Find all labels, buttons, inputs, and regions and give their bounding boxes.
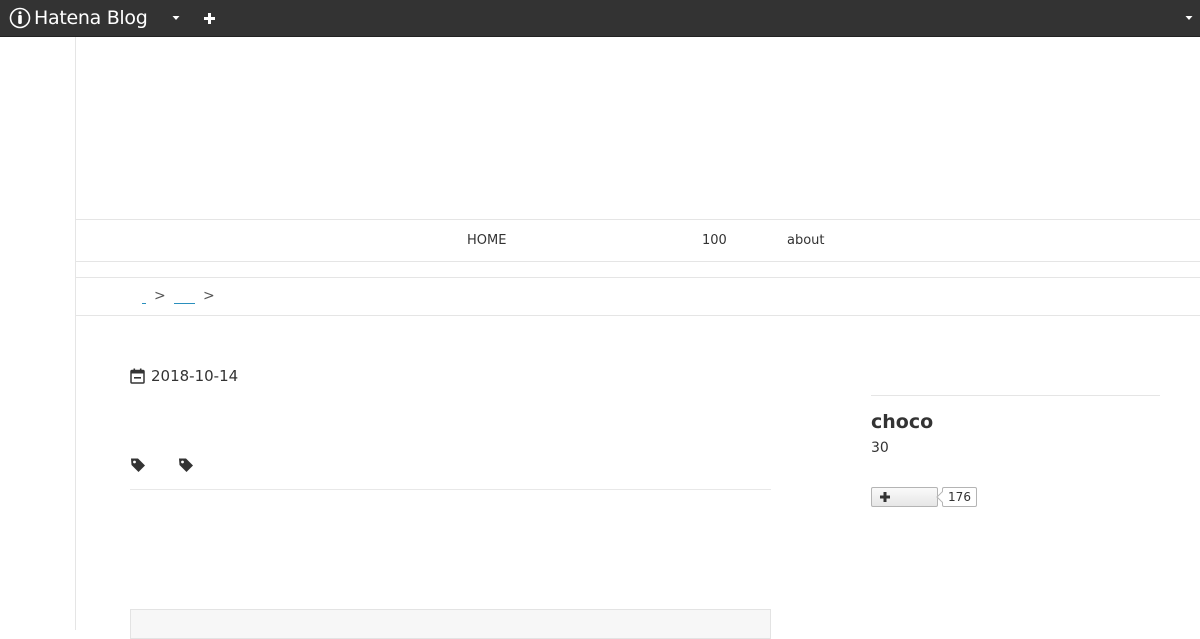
profile-count: 30 xyxy=(871,440,889,456)
breadcrumb-separator: > xyxy=(154,288,166,304)
calendar-icon xyxy=(130,368,145,384)
entry-date-text: 2018-10-14 xyxy=(151,367,239,385)
entry-date[interactable]: 2018-10-14 xyxy=(130,366,238,386)
follower-count-badge: 176 xyxy=(942,487,977,507)
follow-button[interactable] xyxy=(871,487,938,507)
caret-down-icon xyxy=(1185,16,1193,20)
breadcrumb-link-top[interactable] xyxy=(142,290,146,304)
blog-header-area xyxy=(76,37,1200,219)
hatena-blog-logo-icon xyxy=(9,7,31,29)
nav-item-about[interactable]: about xyxy=(787,220,825,261)
breadcrumb-separator: > xyxy=(203,288,215,304)
hatena-blog-logo[interactable]: Hatena Blog xyxy=(9,7,148,29)
plus-icon xyxy=(203,12,215,24)
blog-menu-button[interactable] xyxy=(165,7,187,29)
entry-content-box xyxy=(130,609,771,639)
tag-icon[interactable] xyxy=(178,457,194,473)
profile-name[interactable]: choco xyxy=(871,411,933,433)
nav-item-home[interactable]: HOME xyxy=(467,220,506,261)
hatena-global-header: Hatena Blog xyxy=(0,0,1200,37)
nav-item-100[interactable]: 100 xyxy=(702,220,727,261)
breadcrumb-link-category[interactable] xyxy=(174,290,195,304)
caret-down-icon xyxy=(172,16,180,20)
user-menu-button[interactable] xyxy=(1178,7,1200,29)
logo-text: Hatena Blog xyxy=(34,7,148,29)
blog-container: HOME 100 about > > xyxy=(75,37,1200,630)
tag-icon[interactable] xyxy=(130,457,146,473)
new-entry-button[interactable] xyxy=(198,7,220,29)
breadcrumb: > > xyxy=(76,277,1200,316)
sidebar-divider xyxy=(871,395,1160,396)
global-navigation: HOME 100 about xyxy=(76,219,1200,262)
entry-divider xyxy=(130,489,771,490)
plus-icon xyxy=(880,492,890,502)
